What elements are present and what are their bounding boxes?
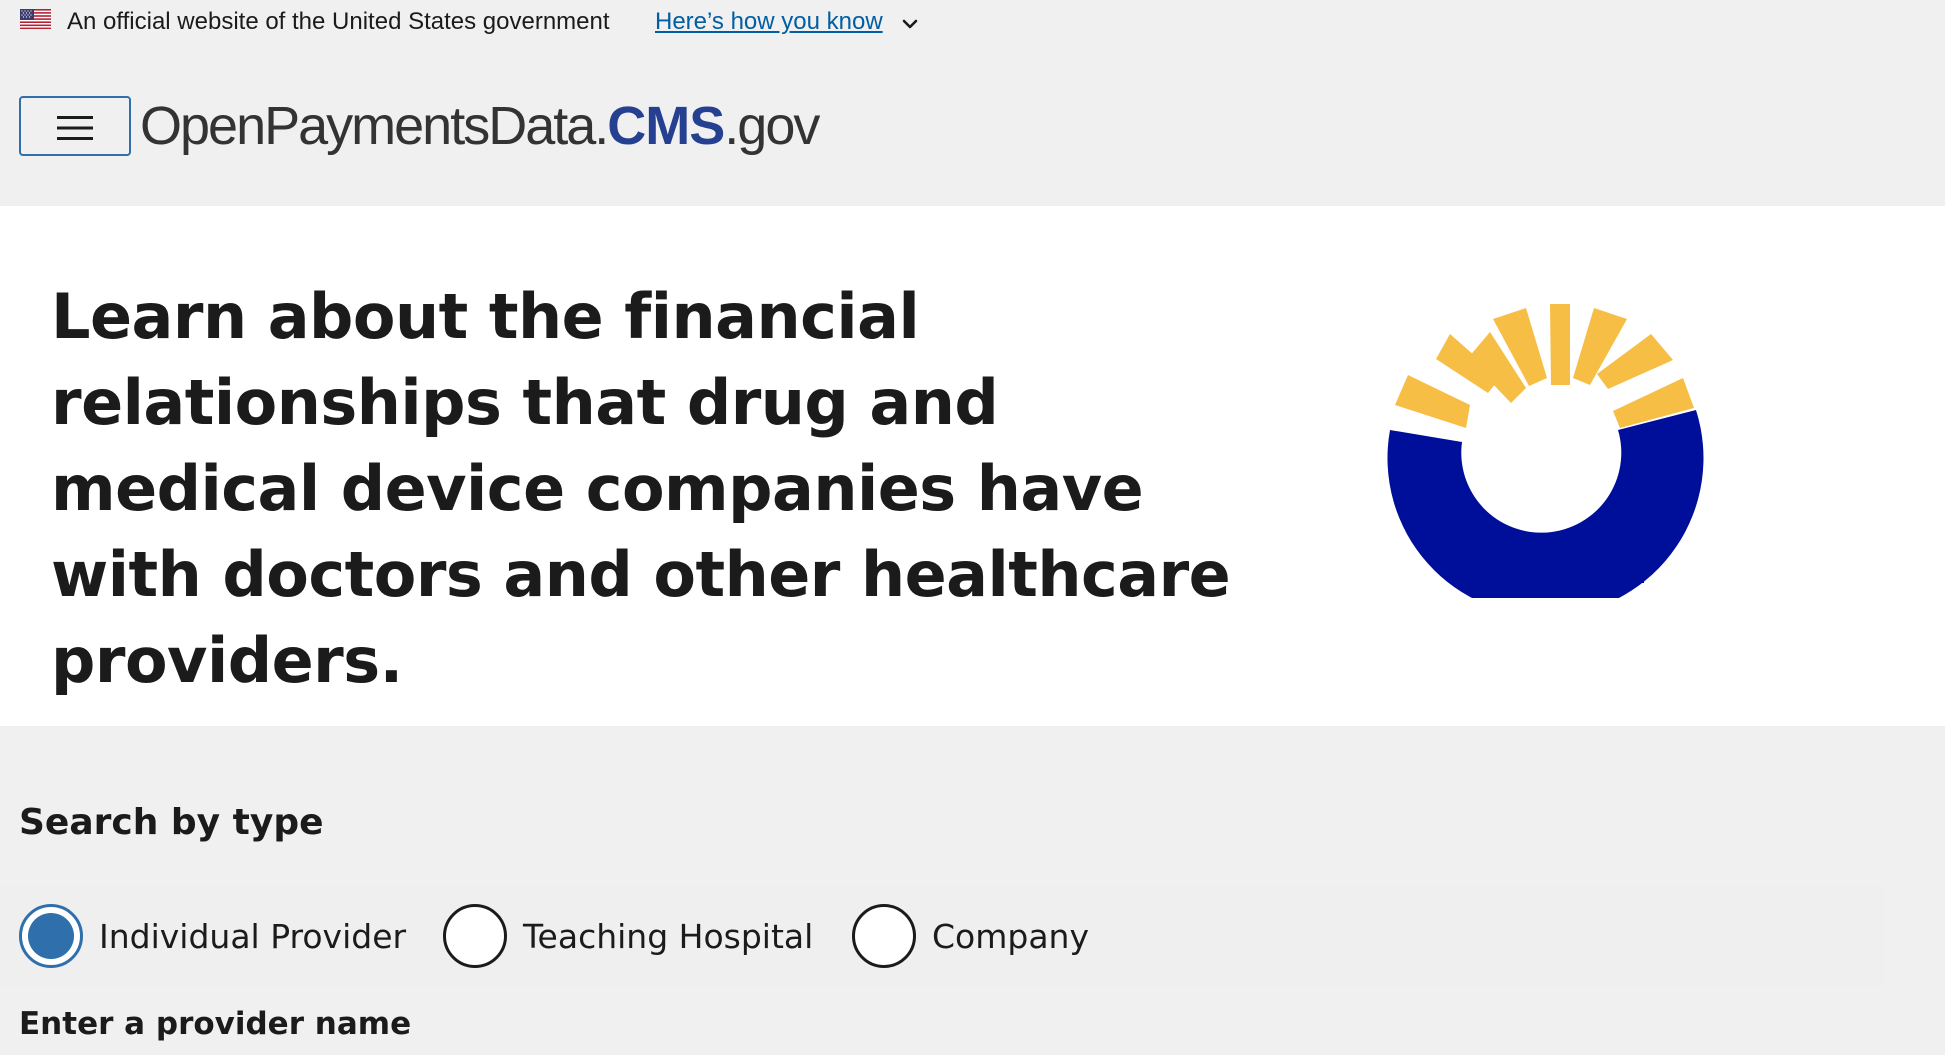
site-header: OpenPaymentsData.CMS.gov [0, 44, 1945, 206]
radio-label[interactable]: Teaching Hospital [523, 917, 813, 956]
menu-button[interactable] [19, 96, 131, 156]
radio-circle-checked[interactable] [19, 904, 83, 968]
logo-part-open-payments-data: OpenPaymentsData. [140, 96, 609, 156]
hero-headline: Learn about the financial relationships … [51, 280, 1231, 697]
radio-company[interactable]: Company [852, 904, 1089, 968]
radio-label[interactable]: Individual Provider [99, 917, 406, 956]
search-by-type-heading: Search by type [19, 802, 324, 843]
hero-section: Learn about the financial relationships … [0, 206, 1945, 726]
us-flag-icon [20, 9, 51, 29]
logo-part-gov: .gov [724, 96, 820, 156]
radio-circle[interactable] [852, 904, 916, 968]
site-logo[interactable]: OpenPaymentsData.CMS.gov [140, 94, 820, 158]
trademark-symbol: TM [1622, 570, 1645, 587]
radio-label[interactable]: Company [932, 917, 1089, 956]
provider-name-field-label: Enter a provider name [19, 1006, 412, 1042]
search-section: Search by type Individual Provider Teach… [0, 726, 1945, 1055]
gov-banner: An official website of the United States… [0, 0, 1945, 44]
hamburger-menu-icon [57, 116, 93, 140]
radio-individual-provider[interactable]: Individual Provider [19, 904, 406, 968]
heres-how-you-know-link[interactable]: Here’s how you know [655, 8, 883, 36]
open-payments-logo-icon: TM [1380, 268, 1710, 617]
radio-teaching-hospital[interactable]: Teaching Hospital [443, 904, 813, 968]
radio-circle[interactable] [443, 904, 507, 968]
gov-banner-text: An official website of the United States… [67, 8, 610, 35]
chevron-down-icon[interactable] [900, 14, 920, 34]
logo-part-cms: CMS [607, 96, 725, 156]
